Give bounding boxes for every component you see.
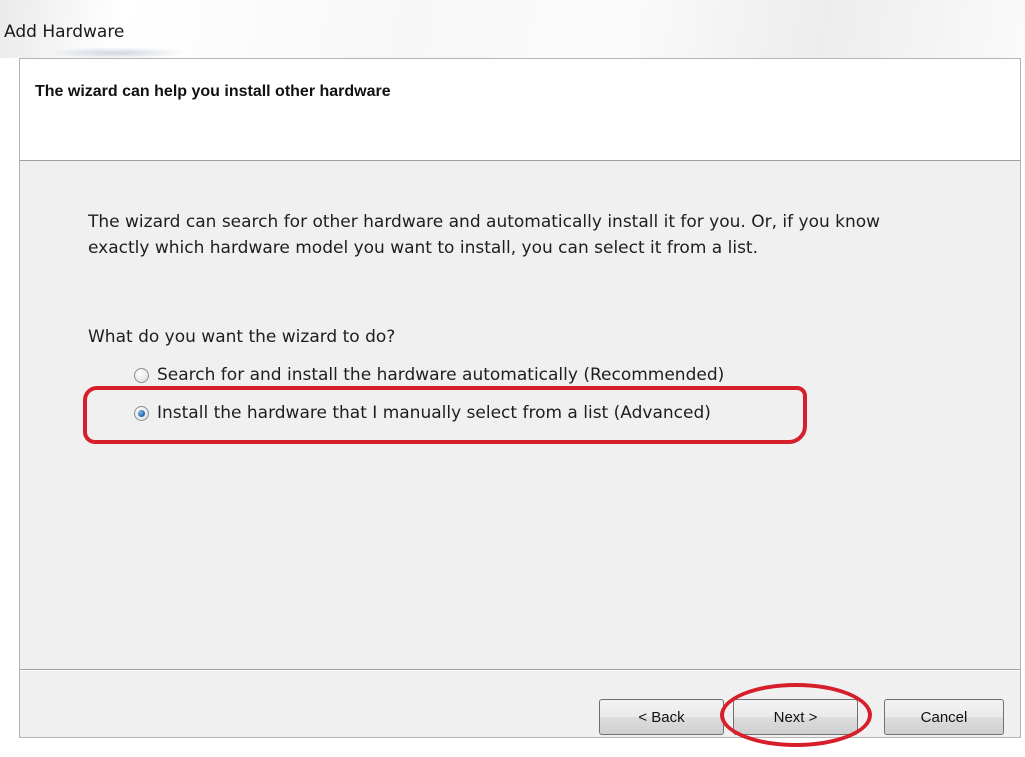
option-manual-select[interactable]: Install the hardware that I manually sel…: [134, 403, 711, 423]
cancel-button[interactable]: Cancel: [884, 699, 1004, 735]
wizard-frame: The wizard can help you install other ha…: [19, 58, 1021, 747]
add-hardware-window: Add Hardware The wizard can help you ins…: [0, 0, 1025, 757]
wizard-description: The wizard can search for other hardware…: [88, 212, 881, 258]
option-search-automatically[interactable]: Search for and install the hardware auto…: [134, 365, 724, 385]
radio-search-automatically[interactable]: [134, 367, 149, 383]
option-search-automatically-label: Search for and install the hardware auto…: [157, 365, 725, 385]
radio-manual-select[interactable]: [134, 405, 149, 421]
option-manual-select-label: Install the hardware that I manually sel…: [157, 403, 711, 423]
wizard-question: What do you want the wizard to do?: [88, 327, 396, 347]
footer-divider: [20, 669, 1020, 671]
title-bar[interactable]: Add Hardware: [0, 0, 1025, 59]
next-button[interactable]: Next >: [733, 699, 858, 735]
back-button[interactable]: < Back: [599, 699, 724, 735]
window-title: Add Hardware: [4, 22, 125, 42]
page-title: The wizard can help you install other ha…: [35, 83, 391, 100]
wizard-header: The wizard can help you install other ha…: [20, 59, 1020, 161]
